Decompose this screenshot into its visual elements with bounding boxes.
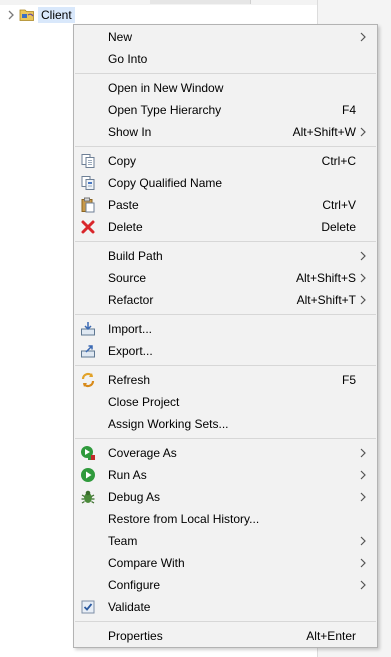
menu-item-label: Refactor	[108, 293, 154, 307]
menu-item-label: Build Path	[108, 249, 163, 263]
menu-item-label: Source	[108, 271, 147, 285]
menu-item-label: Export...	[108, 344, 153, 358]
submenu-arrow-icon	[360, 580, 366, 590]
menu-item-label: Delete	[108, 220, 143, 234]
menu-item-shortcut: Alt+Shift+S	[295, 271, 356, 285]
menu-item-refresh[interactable]: Refresh F5	[74, 369, 377, 391]
menu-item-configure[interactable]: Configure	[74, 574, 377, 596]
menu-item-delete[interactable]: Delete Delete	[74, 216, 377, 238]
submenu-arrow-icon	[360, 470, 366, 480]
menu-separator	[75, 365, 376, 366]
menu-item-paste[interactable]: Paste Ctrl+V	[74, 194, 377, 216]
menu-item-label: Import...	[108, 322, 153, 336]
export-icon	[81, 345, 95, 358]
menu-item-coverage-as[interactable]: Coverage As	[74, 442, 377, 464]
project-label[interactable]: Client	[38, 7, 75, 23]
menu-item-label: Open Type Hierarchy	[108, 103, 222, 117]
validate-check-icon	[81, 600, 95, 614]
submenu-arrow-icon	[360, 492, 366, 502]
expand-chevron-icon[interactable]	[6, 9, 16, 21]
menu-item-properties[interactable]: Properties Alt+Enter	[74, 625, 377, 647]
menu-item-shortcut: Alt+Shift+T	[296, 293, 356, 307]
menu-separator	[75, 438, 376, 439]
menu-item-label: Team	[108, 534, 138, 548]
menu-item-team[interactable]: Team	[74, 530, 377, 552]
copy-qualified-name-icon	[81, 176, 95, 190]
import-icon	[81, 322, 95, 336]
menu-item-source[interactable]: Source Alt+Shift+S	[74, 267, 377, 289]
menu-item-close-project[interactable]: Close Project	[74, 391, 377, 413]
menu-item-label: Copy	[108, 154, 137, 168]
menu-separator	[75, 241, 376, 242]
refresh-icon	[81, 372, 95, 388]
submenu-arrow-icon	[360, 558, 366, 568]
menu-item-label: Restore from Local History...	[108, 512, 260, 526]
run-icon	[81, 468, 95, 482]
menu-item-label: Assign Working Sets...	[108, 417, 229, 431]
menu-item-label: Configure	[108, 578, 161, 592]
menu-item-shortcut: Delete	[321, 220, 356, 234]
delete-icon	[81, 220, 95, 234]
menu-item-copy[interactable]: Copy Ctrl+C	[74, 150, 377, 172]
menu-item-label: Validate	[108, 600, 151, 614]
project-tree-row[interactable]: Client	[0, 5, 300, 25]
context-menu: New Go Into Open in New Window Open Type…	[73, 24, 378, 648]
menu-item-go-into[interactable]: Go Into	[74, 48, 377, 70]
menu-item-shortcut: Alt+Shift+W	[292, 125, 356, 139]
menu-separator	[75, 314, 376, 315]
menu-item-label: Paste	[108, 198, 139, 212]
paste-icon	[81, 197, 95, 213]
menu-item-label: Show In	[108, 125, 152, 139]
copy-icon	[81, 154, 95, 168]
submenu-arrow-icon	[360, 251, 366, 261]
menu-item-shortcut: F4	[341, 103, 356, 117]
project-folder-icon	[19, 9, 34, 21]
menu-separator	[75, 146, 376, 147]
menu-item-shortcut: Ctrl+V	[322, 198, 356, 212]
debug-bug-icon	[81, 490, 95, 504]
menu-item-shortcut: Alt+Enter	[306, 629, 356, 643]
menu-item-run-as[interactable]: Run As	[74, 464, 377, 486]
submenu-arrow-icon	[360, 448, 366, 458]
menu-item-label: Properties	[108, 629, 163, 643]
menu-item-refactor[interactable]: Refactor Alt+Shift+T	[74, 289, 377, 311]
menu-item-copy-qualified-name[interactable]: Copy Qualified Name	[74, 172, 377, 194]
menu-item-debug-as[interactable]: Debug As	[74, 486, 377, 508]
submenu-arrow-icon	[360, 295, 366, 305]
menu-item-label: Compare With	[108, 556, 185, 570]
coverage-icon	[81, 446, 95, 460]
menu-item-label: Run As	[108, 468, 147, 482]
menu-item-shortcut: F5	[341, 373, 356, 387]
menu-item-label: New	[108, 30, 133, 44]
submenu-arrow-icon	[360, 32, 366, 42]
menu-item-new[interactable]: New	[74, 26, 377, 48]
menu-item-open-in-new-window[interactable]: Open in New Window	[74, 77, 377, 99]
menu-item-label: Debug As	[108, 490, 161, 504]
menu-item-validate[interactable]: Validate	[74, 596, 377, 618]
menu-item-assign-working-sets[interactable]: Assign Working Sets...	[74, 413, 377, 435]
menu-item-compare-with[interactable]: Compare With	[74, 552, 377, 574]
menu-separator	[75, 621, 376, 622]
menu-item-build-path[interactable]: Build Path	[74, 245, 377, 267]
menu-item-open-type-hierarchy[interactable]: Open Type Hierarchy F4	[74, 99, 377, 121]
editor-tab-fragment[interactable]	[150, 0, 251, 4]
menu-separator	[75, 73, 376, 74]
menu-item-label: Open in New Window	[108, 81, 224, 95]
menu-item-label: Go Into	[108, 52, 148, 66]
menu-item-export[interactable]: Export...	[74, 340, 377, 362]
menu-item-show-in[interactable]: Show In Alt+Shift+W	[74, 121, 377, 143]
submenu-arrow-icon	[360, 273, 366, 283]
menu-item-shortcut: Ctrl+C	[321, 154, 356, 168]
submenu-arrow-icon	[360, 127, 366, 137]
menu-item-label: Copy Qualified Name	[108, 176, 223, 190]
menu-item-label: Coverage As	[108, 446, 177, 460]
submenu-arrow-icon	[360, 536, 366, 546]
menu-item-label: Refresh	[108, 373, 151, 387]
menu-item-restore-from-local-history[interactable]: Restore from Local History...	[74, 508, 377, 530]
menu-item-label: Close Project	[108, 395, 180, 409]
menu-item-import[interactable]: Import...	[74, 318, 377, 340]
